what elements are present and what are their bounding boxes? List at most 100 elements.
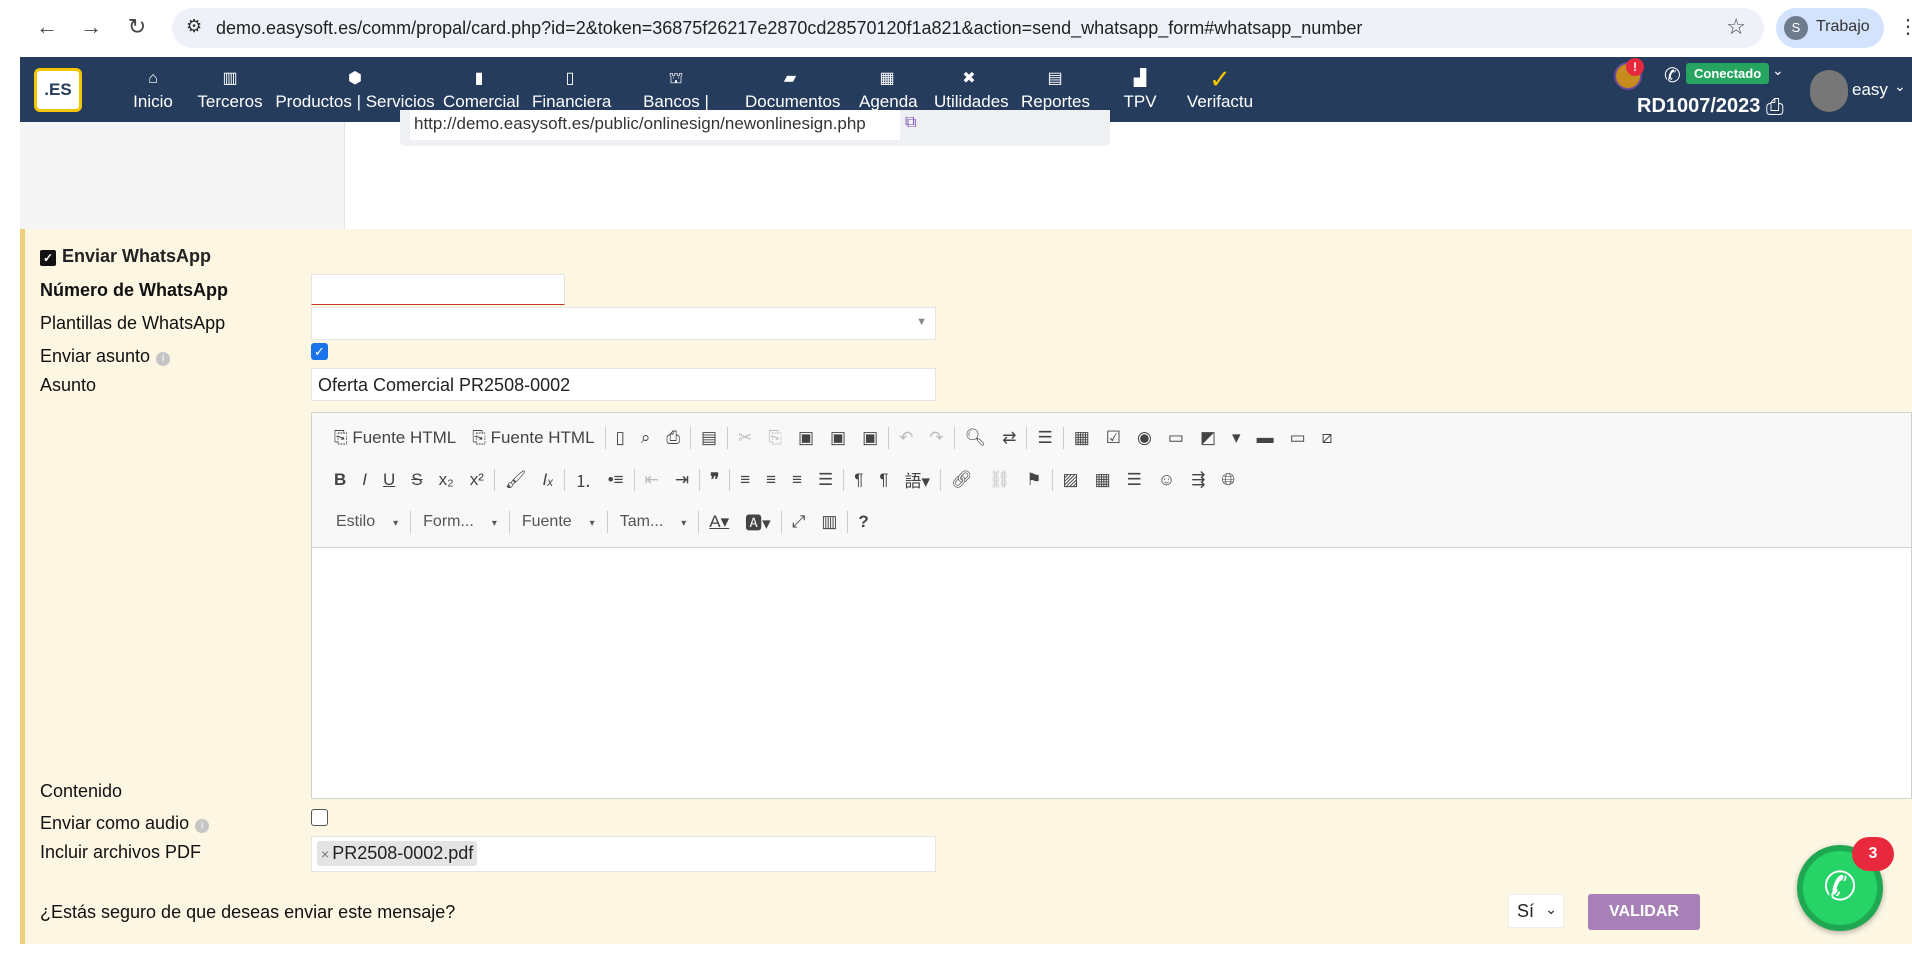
editor-content-area[interactable]	[312, 549, 1911, 798]
paste-text-icon[interactable]: ▣	[822, 428, 854, 448]
templates-icon[interactable]: ▤	[693, 428, 725, 448]
subscript-icon[interactable]: x₂	[431, 470, 462, 490]
align-right-icon[interactable]: ≡	[784, 470, 810, 490]
nav-item-comercial[interactable]: ▮ Comercial	[443, 68, 520, 112]
subject-input[interactable]: Oferta Comercial PR2508-0002	[311, 368, 936, 401]
anchor-flag-icon[interactable]: ⚑	[1018, 470, 1049, 490]
current-reference[interactable]: RD1007/2023	[1637, 95, 1760, 118]
send-subject-checkbox[interactable]: ✓	[311, 343, 328, 360]
strike-icon[interactable]: S	[403, 470, 430, 490]
indent-icon[interactable]: ⇥	[667, 470, 697, 490]
nav-item-reportes[interactable]: ▤ Reportes	[1021, 68, 1090, 112]
whatsapp-number-input[interactable]	[311, 274, 565, 305]
align-left-icon[interactable]: ≡	[732, 470, 758, 490]
maximize-icon[interactable]: ⤢	[784, 512, 814, 532]
back-icon[interactable]: ←	[32, 14, 62, 40]
confirm-select[interactable]: Sí ⌄	[1508, 894, 1564, 928]
align-center-icon[interactable]: ≡	[758, 470, 784, 490]
text-color-icon[interactable]: A▾	[701, 512, 737, 532]
textarea-icon[interactable]: ◩	[1192, 428, 1224, 448]
button-field-icon[interactable]: ▬	[1249, 428, 1282, 448]
whatsapp-status-badge[interactable]: Conectado	[1686, 63, 1770, 84]
bg-color-icon[interactable]: 🅰︎▾	[737, 509, 779, 534]
table-icon[interactable]: ▦	[1087, 470, 1119, 490]
source-html-button[interactable]: ⎘ Fuente HTML	[326, 428, 464, 448]
profile-button[interactable]: S Trabajo	[1776, 8, 1884, 48]
rtl-icon[interactable]: ¶	[871, 470, 896, 490]
bookmark-star-icon[interactable]: ☆	[1726, 14, 1746, 40]
image-icon[interactable]: ▨	[1055, 470, 1087, 490]
pdf-files-select[interactable]: × PR2508-0002.pdf	[311, 836, 936, 872]
copy-format-icon[interactable]: 🖌︎	[497, 470, 535, 490]
link-icon[interactable]: 🔗︎	[943, 470, 981, 490]
online-sign-url[interactable]: http://demo.easysoft.es/public/onlinesig…	[410, 110, 900, 140]
nav-item-agenda[interactable]: ▦ Agenda	[859, 68, 918, 112]
smiley-icon[interactable]: ☺	[1150, 470, 1183, 490]
site-settings-icon[interactable]: ⚙	[186, 16, 202, 37]
replace-icon[interactable]: ⇄	[994, 428, 1024, 448]
nav-item-verifactu[interactable]: ✓ Verifactu	[1186, 66, 1254, 112]
blockquote-icon[interactable]: ❞	[702, 470, 727, 490]
paste-icon[interactable]: ▣	[790, 428, 822, 448]
undo-icon[interactable]: ↶	[891, 428, 921, 448]
remove-tag-icon[interactable]: ×	[321, 846, 329, 862]
validate-button[interactable]: VALIDAR	[1588, 894, 1700, 930]
ltr-icon[interactable]: ¶	[846, 470, 871, 490]
select-field-icon[interactable]: ▾	[1224, 428, 1249, 448]
form-icon[interactable]: ☰	[1029, 428, 1060, 448]
bullet-list-icon[interactable]: •≡	[600, 470, 632, 490]
reload-icon[interactable]: ↻	[122, 14, 152, 40]
image-button-icon[interactable]: ▭	[1282, 428, 1314, 448]
superscript-icon[interactable]: x²	[462, 470, 492, 490]
url-text[interactable]: demo.easysoft.es/comm/propal/card.php?id…	[216, 18, 1362, 39]
forward-icon[interactable]: →	[76, 14, 106, 40]
address-bar[interactable]: ⚙ demo.easysoft.es/comm/propal/card.php?…	[172, 8, 1764, 48]
new-page-icon[interactable]: ▯	[608, 428, 633, 448]
bold-icon[interactable]: B	[326, 470, 354, 490]
find-icon[interactable]: 🔍︎	[957, 428, 995, 448]
outdent-icon[interactable]: ⇤	[637, 470, 667, 490]
language-icon[interactable]: 語▾	[897, 467, 939, 492]
nav-item-documentos[interactable]: ▰ Documentos	[745, 68, 840, 112]
nav-item-productos-servicios[interactable]: ⬢ Productos | Servicios	[275, 68, 435, 112]
nav-item-financiera[interactable]: ▯ Financiera	[532, 68, 611, 112]
justify-icon[interactable]: ☰	[810, 470, 841, 490]
user-avatar[interactable]	[1810, 70, 1848, 112]
horizontal-rule-icon[interactable]: ☰	[1119, 470, 1150, 490]
checkbox-field-icon[interactable]: ☑	[1098, 428, 1129, 448]
show-blocks-icon[interactable]: ▥	[813, 512, 845, 532]
numbered-list-icon[interactable]: ⒈	[567, 467, 600, 492]
help-icon[interactable]: ?	[850, 512, 876, 532]
user-menu-chevron-icon[interactable]: ⌄	[1894, 78, 1906, 95]
radio-icon[interactable]: ◉	[1129, 428, 1160, 448]
unlink-icon[interactable]: ⛓	[981, 470, 1019, 490]
chevron-down-icon[interactable]: ⌄	[1772, 62, 1784, 79]
audio-checkbox[interactable]	[311, 809, 328, 826]
italic-icon[interactable]: I	[354, 470, 375, 490]
format-combo[interactable]: Form... ▾	[413, 513, 507, 531]
iframe-globe-icon[interactable]: 🌐︎	[1214, 470, 1244, 490]
remove-format-icon[interactable]: Iₓ	[535, 470, 562, 490]
print-icon[interactable]: ⎙	[658, 428, 688, 448]
nav-item-tpv[interactable]: ▟ TPV	[1121, 68, 1159, 112]
font-combo[interactable]: Fuente ▾	[512, 513, 605, 531]
nav-item-utilidades[interactable]: ✖ Utilidades	[934, 68, 1009, 112]
size-combo[interactable]: Tam... ▾	[610, 513, 697, 531]
page-break-icon[interactable]: ⇶	[1183, 470, 1213, 490]
underline-icon[interactable]: U	[375, 470, 403, 490]
form-field-icon[interactable]: ▦	[1066, 428, 1098, 448]
cut-icon[interactable]: ✂	[730, 428, 760, 448]
redo-icon[interactable]: ↷	[921, 428, 951, 448]
copy-icon[interactable]: ⎘	[760, 428, 790, 448]
print-icon[interactable]: ⎙	[1766, 94, 1784, 120]
templates-select[interactable]: ▼	[311, 307, 936, 340]
preview-icon[interactable]: ⌕	[633, 428, 659, 448]
app-logo[interactable]: .ES	[34, 68, 82, 112]
source-html-button-2[interactable]: ⎘ Fuente HTML	[464, 428, 602, 448]
paste-word-icon[interactable]: ▣	[854, 428, 886, 448]
style-combo[interactable]: Estilo ▾	[326, 513, 408, 531]
user-name[interactable]: easy	[1852, 80, 1888, 100]
nav-item-terceros[interactable]: ▥ Terceros	[195, 68, 265, 112]
nav-item-inicio[interactable]: ⌂ Inicio	[124, 68, 182, 112]
browser-menu-icon[interactable]: ⋮	[1898, 14, 1912, 39]
